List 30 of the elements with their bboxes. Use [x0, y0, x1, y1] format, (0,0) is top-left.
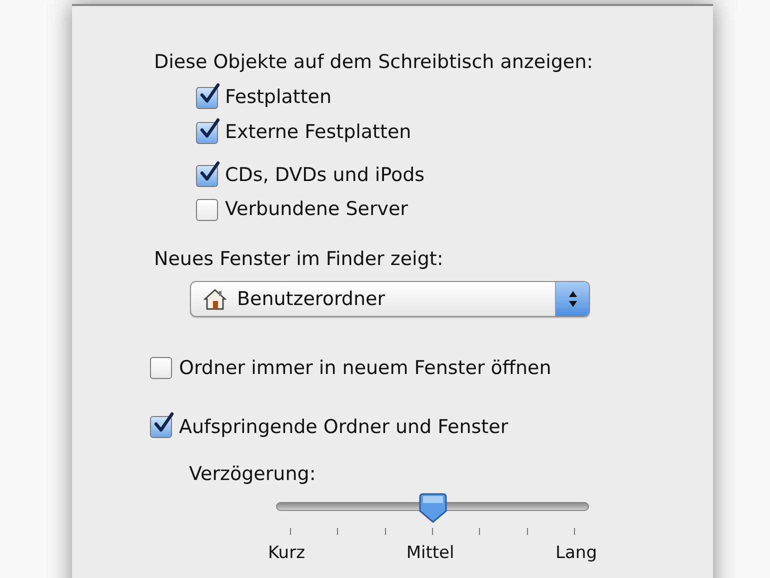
home-icon	[203, 288, 227, 310]
checkbox-label: Festplatten	[225, 85, 332, 110]
slider-tick	[290, 528, 291, 535]
slider-tick-label: Lang	[556, 543, 597, 563]
checkbox-label: Verbundene Server	[225, 197, 408, 222]
checkbox-label: Ordner immer in neuem Fenster öffnen	[179, 356, 552, 381]
slider-tick	[574, 528, 575, 535]
slider-tick	[432, 528, 433, 535]
slider-tick	[384, 528, 386, 535]
checkbox[interactable]	[196, 198, 218, 220]
section-heading: Neues Fenster im Finder zeigt:	[154, 247, 444, 272]
checkmark-icon	[200, 160, 220, 182]
slider-tick	[337, 528, 338, 535]
checkmark-icon	[200, 82, 220, 104]
stepper-arrows-icon	[555, 282, 589, 316]
slider-tick	[479, 528, 480, 535]
slider-tick-label: Mittel	[406, 543, 454, 563]
slider-tick	[526, 528, 528, 535]
slider-tick-label: Kurz	[268, 543, 305, 563]
checkmark-icon	[200, 118, 220, 140]
checkbox[interactable]	[150, 357, 172, 379]
section-heading: Diese Objekte auf dem Schreibtisch anzeigen:	[154, 50, 594, 75]
checkbox-label: Externe Festplatten	[225, 120, 412, 146]
checkbox-label: Aufspringende Ordner und Fenster	[179, 414, 508, 440]
delay-label: Verzögerung:	[189, 462, 317, 487]
checkbox-label: CDs, DVDs und iPods	[225, 163, 425, 188]
popup-value: Benutzerordner	[237, 286, 386, 312]
slider-thumb[interactable]	[418, 493, 446, 523]
popup-button[interactable]: Benutzerordner	[190, 281, 590, 317]
checkmark-icon	[154, 412, 174, 434]
